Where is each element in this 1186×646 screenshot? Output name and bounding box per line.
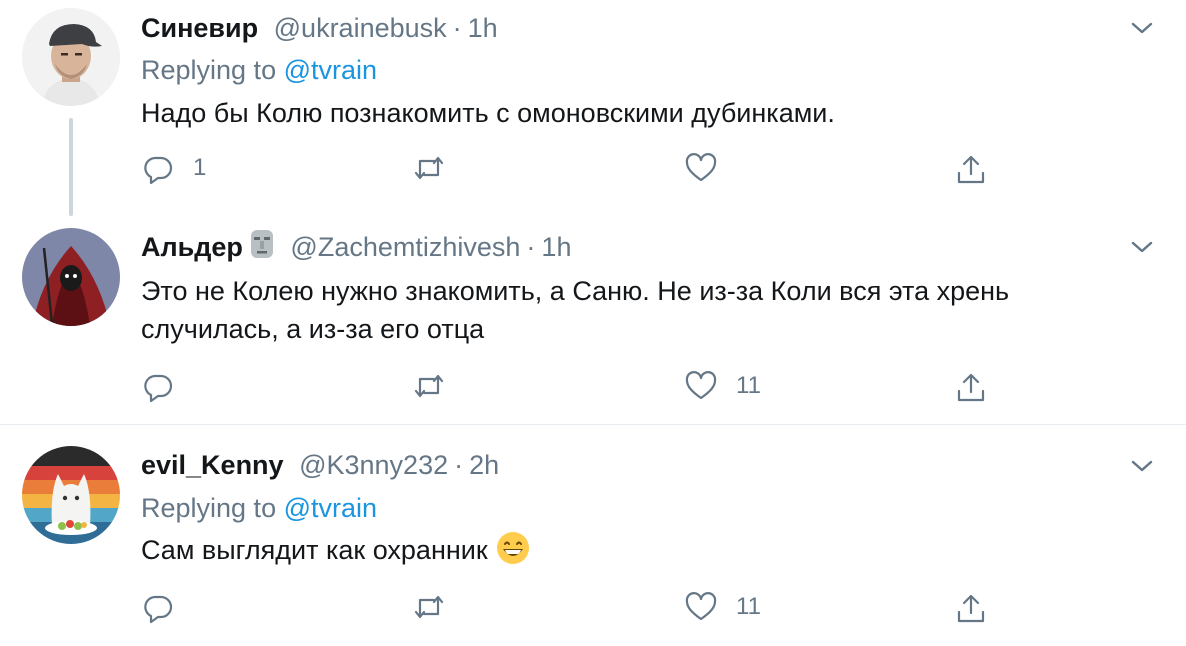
separator-dot: · (526, 232, 536, 262)
tweet-text: Надо бы Колю познакомить с омоновскими д… (141, 98, 835, 128)
chevron-down-icon[interactable] (1129, 453, 1155, 479)
separator-dot: · (454, 450, 464, 480)
display-name[interactable]: Синевир (141, 13, 258, 43)
display-name[interactable]: evil_Kenny (141, 450, 284, 480)
reply-icon (144, 374, 173, 403)
like-action[interactable]: 11 (684, 366, 761, 406)
chevron-down-icon[interactable] (1129, 234, 1155, 260)
tweet-text-content: Сам выглядит как охранник (141, 535, 488, 565)
avatar-sinevir[interactable] (22, 8, 120, 106)
user-handle[interactable]: @Zachemtizhivesh (290, 232, 520, 262)
retweet-icon (414, 374, 444, 398)
mention-link[interactable]: @tvrain (284, 55, 377, 85)
share-icon (957, 155, 985, 184)
timestamp[interactable]: 2h (469, 450, 499, 480)
replying-to: Replying to @tvrain (141, 490, 377, 526)
like-action[interactable]: 11 (684, 587, 761, 627)
share-action[interactable] (954, 589, 988, 629)
avatar-evil-kenny[interactable] (22, 446, 120, 544)
tweet-text-line-2: случилась, а из-за его отца (141, 314, 485, 344)
display-name[interactable]: Альдер (141, 232, 243, 262)
reply-action[interactable] (141, 587, 193, 627)
retweet-action[interactable] (412, 366, 464, 406)
like-action[interactable] (684, 148, 736, 188)
replying-to: Replying to @tvrain (141, 52, 377, 88)
tweet-divider (0, 424, 1186, 425)
tweet-header: Синевир @ukrainebusk · 1h (141, 10, 498, 46)
retweet-action[interactable] (412, 148, 464, 188)
like-icon (685, 371, 717, 400)
separator-dot: · (452, 13, 462, 43)
tweet-header: Альдер @Zachemtizhivesh · 1h (141, 229, 571, 265)
reply-action[interactable]: 1 (141, 148, 206, 188)
reply-action[interactable] (141, 366, 193, 406)
tweet-header: evil_Kenny @K3nny232 · 2h (141, 447, 499, 483)
share-action[interactable] (954, 368, 988, 408)
user-handle[interactable]: @ukrainebusk (274, 13, 447, 43)
avatar-alder[interactable] (22, 228, 120, 326)
timestamp[interactable]: 1h (541, 232, 571, 262)
replying-to-label: Replying to (141, 55, 277, 85)
like-icon (685, 153, 717, 182)
reply-icon (144, 595, 173, 624)
share-icon (957, 373, 985, 402)
reply-count: 1 (193, 154, 207, 181)
retweet-icon (414, 595, 444, 619)
tweet-text: Это не Колею нужно знакомить, а Саню. Не… (141, 272, 1151, 348)
replying-to-label: Replying to (141, 493, 277, 523)
grinning-face-emoji (496, 532, 529, 564)
tweet-text-line-1: Это не Колею нужно знакомить, а Саню. Не… (141, 276, 1010, 306)
tweet-text: Сам выглядит как охранник (141, 531, 1151, 569)
reply-icon (144, 156, 173, 185)
moai-emoji (250, 230, 273, 258)
like-icon (685, 592, 717, 621)
chevron-down-icon[interactable] (1129, 15, 1155, 41)
timestamp[interactable]: 1h (468, 13, 498, 43)
share-action[interactable] (954, 150, 988, 190)
like-count: 11 (736, 593, 761, 620)
mention-link[interactable]: @tvrain (284, 493, 377, 523)
retweet-action[interactable] (412, 587, 464, 627)
like-count: 11 (736, 372, 761, 399)
retweet-icon (414, 156, 444, 180)
thread-connector-line (69, 118, 73, 216)
user-handle[interactable]: @K3nny232 (299, 450, 448, 480)
share-icon (957, 594, 985, 623)
